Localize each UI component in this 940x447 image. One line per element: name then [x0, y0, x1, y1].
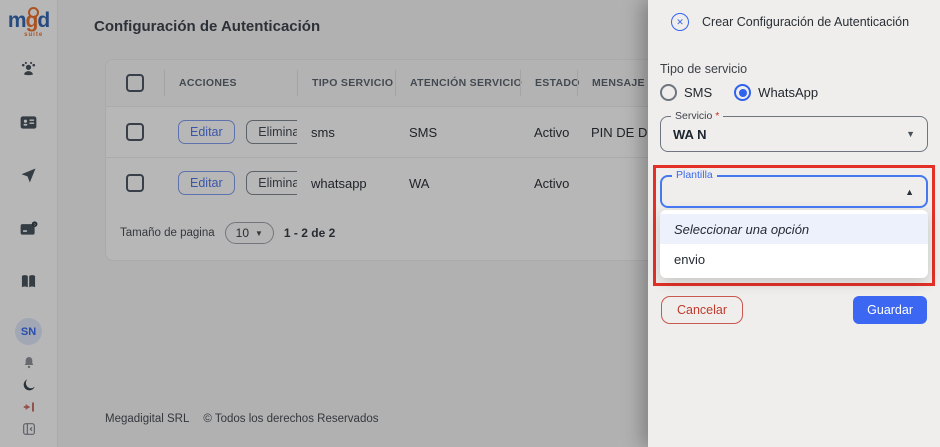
plantilla-select[interactable]: Plantilla ▲: [660, 175, 928, 208]
service-type-radio-group: SMS WhatsApp: [660, 84, 928, 101]
radio-whatsapp-label: WhatsApp: [758, 85, 818, 100]
chevron-down-icon: ▼: [906, 129, 915, 139]
radio-sms[interactable]: SMS: [660, 84, 712, 101]
annotation-highlight-box: Plantilla ▲ Seleccionar una opción envio: [653, 165, 935, 286]
servicio-label: Servicio *: [671, 110, 723, 122]
servicio-value: WA N: [673, 127, 706, 142]
save-button[interactable]: Guardar: [853, 296, 927, 324]
create-auth-config-drawer: ✕ Crear Configuración de Autenticación T…: [648, 0, 940, 447]
radio-sms-label: SMS: [684, 85, 712, 100]
radio-circle-icon: [660, 84, 677, 101]
modal-backdrop[interactable]: [0, 0, 648, 447]
left-region: mgd suite: [0, 0, 648, 447]
drawer-actions: Cancelar Guardar: [660, 296, 928, 324]
radio-circle-checked-icon: [734, 84, 751, 101]
radio-whatsapp[interactable]: WhatsApp: [734, 84, 818, 101]
plantilla-options-listbox: Seleccionar una opción envio: [660, 210, 928, 278]
cancel-button[interactable]: Cancelar: [661, 296, 743, 324]
service-type-label: Tipo de servicio: [660, 62, 928, 76]
close-drawer-button[interactable]: ✕: [671, 13, 689, 31]
drawer-title: Crear Configuración de Autenticación: [702, 15, 909, 29]
drawer-header: ✕ Crear Configuración de Autenticación: [648, 0, 940, 31]
drawer-body: Tipo de servicio SMS WhatsApp Servicio *…: [648, 62, 940, 324]
servicio-select[interactable]: Servicio * WA N ▼: [660, 116, 928, 152]
plantilla-label: Plantilla: [672, 169, 717, 181]
required-asterisk: *: [715, 110, 719, 122]
app-root: mgd suite: [0, 0, 940, 447]
option-envio[interactable]: envio: [660, 244, 928, 274]
chevron-up-icon: ▲: [905, 187, 914, 197]
option-placeholder[interactable]: Seleccionar una opción: [660, 214, 928, 244]
close-icon: ✕: [676, 18, 684, 27]
